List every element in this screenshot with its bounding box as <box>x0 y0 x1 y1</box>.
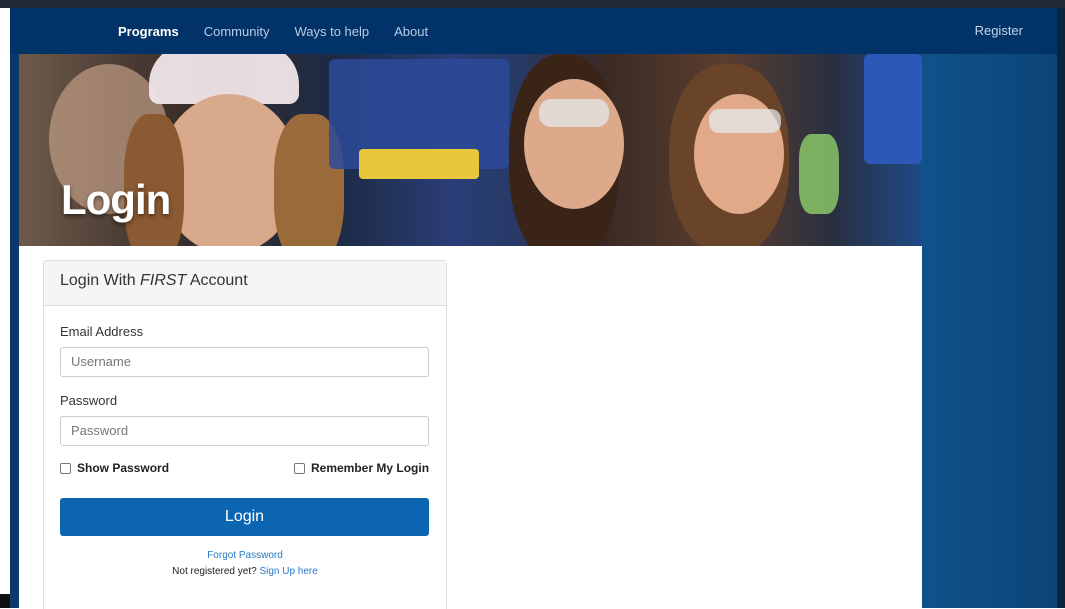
page-title: Login <box>61 176 171 223</box>
email-label: Email Address <box>60 324 144 339</box>
email-field[interactable]: Username <box>60 347 429 377</box>
hero-banner: Login <box>19 54 922 246</box>
hero-photo-shape <box>539 99 609 127</box>
hero-photo-shape <box>864 54 922 164</box>
signup-line: Not registered yet? Sign Up here <box>44 566 446 577</box>
window-left-edge <box>0 8 10 608</box>
nav-about[interactable]: About <box>394 24 428 39</box>
register-link[interactable]: Register <box>975 8 1023 54</box>
nav-menu: Programs Community Ways to help About <box>118 8 453 54</box>
heading-suffix: Account <box>186 272 248 289</box>
login-button[interactable]: Login <box>60 498 429 536</box>
not-registered-text: Not registered yet? <box>172 566 260 577</box>
hero-photo-shape <box>799 134 839 214</box>
checkbox-icon[interactable] <box>60 462 71 474</box>
window-right-edge <box>1057 8 1065 608</box>
heading-prefix: Login With <box>60 272 141 289</box>
nav-ways-to-help[interactable]: Ways to help <box>294 24 369 39</box>
signup-link[interactable]: Sign Up here <box>259 566 317 577</box>
hero-photo-shape <box>709 109 781 133</box>
hero-photo-shape <box>359 149 479 179</box>
forgot-password-link[interactable]: Forgot Password <box>44 550 446 561</box>
nav-community[interactable]: Community <box>204 24 270 39</box>
password-label: Password <box>60 393 118 408</box>
main-content: Login Login With FIRST Account Email Add… <box>19 54 922 609</box>
remember-login-label: Remember My Login <box>311 461 430 475</box>
remember-login-checkbox[interactable]: Remember My Login <box>294 461 429 475</box>
login-panel-heading: Login With FIRST Account <box>44 261 446 306</box>
window-top-edge <box>0 0 1065 8</box>
nav-programs[interactable]: Programs <box>118 24 179 39</box>
window-corner <box>0 594 10 608</box>
login-panel: Login With FIRST Account Email Address U… <box>43 260 447 609</box>
heading-first: FIRST <box>140 272 187 289</box>
show-password-checkbox[interactable]: Show Password <box>60 461 169 475</box>
checkbox-icon[interactable] <box>294 462 305 474</box>
top-navbar: Programs Community Ways to help About Re… <box>10 8 1057 54</box>
show-password-label: Show Password <box>77 461 170 475</box>
password-field[interactable]: Password <box>60 416 429 446</box>
